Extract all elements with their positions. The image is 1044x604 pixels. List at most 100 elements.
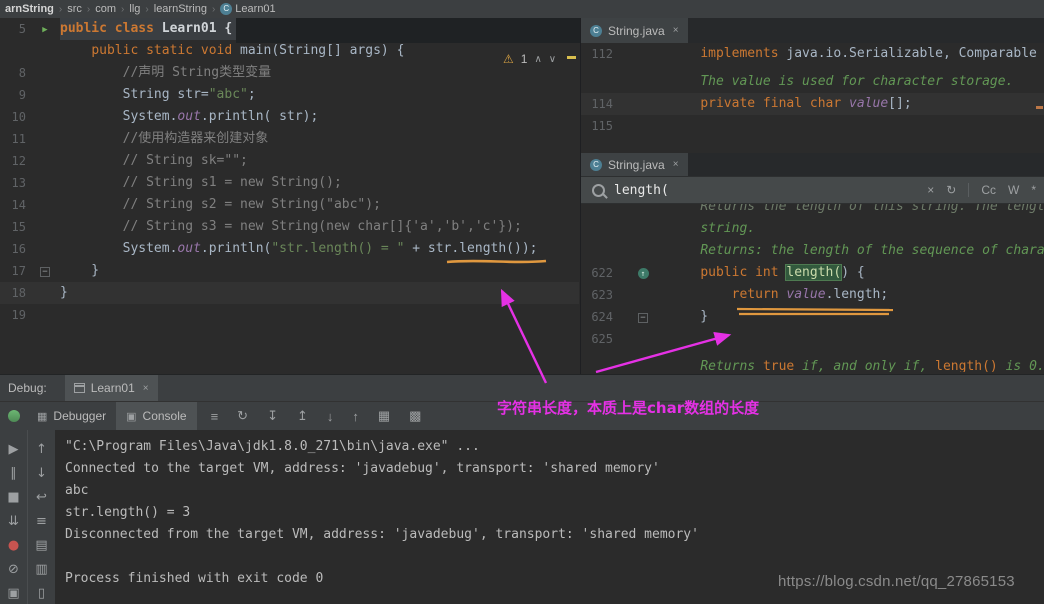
code-line[interactable]: 623 return value.length; xyxy=(581,284,1044,306)
next-issue-icon[interactable]: ∨ xyxy=(549,54,556,65)
line-number[interactable]: 622 xyxy=(581,262,617,284)
code-line[interactable]: 624− } xyxy=(581,306,1044,328)
line-number[interactable]: 114 xyxy=(581,93,617,115)
move-down-icon[interactable]: ↓ xyxy=(327,409,334,424)
code-line[interactable]: 14 // String s2 = new String("abc"); xyxy=(0,194,579,216)
pin-tab-icon[interactable]: ↻ xyxy=(237,408,248,424)
line-number[interactable]: 17 xyxy=(0,260,30,282)
scroll-up-icon[interactable]: ↥ xyxy=(297,408,308,424)
code-line[interactable]: 10 System.out.println( str); xyxy=(0,106,579,128)
layout-grid-icon[interactable]: ▦ xyxy=(378,408,390,424)
line-number[interactable]: 13 xyxy=(0,172,30,194)
line-number[interactable] xyxy=(581,204,617,218)
code-line[interactable]: The value is used for character storage. xyxy=(581,71,1044,93)
code-line[interactable]: 9 String str="abc"; xyxy=(0,84,579,106)
close-icon[interactable]: × xyxy=(673,159,679,170)
search-clear-icon[interactable]: × xyxy=(927,183,934,197)
line-number[interactable]: 625 xyxy=(581,328,617,350)
run-icon[interactable]: ▶ xyxy=(30,18,60,40)
line-number[interactable]: 112 xyxy=(581,43,617,65)
line-number[interactable]: 19 xyxy=(0,304,30,326)
code-line[interactable]: 115 xyxy=(581,115,1044,137)
mute-breakpoints-button[interactable]: ⊘ xyxy=(8,558,19,582)
print-button[interactable]: ▤ xyxy=(35,534,47,558)
line-number[interactable]: 115 xyxy=(581,115,617,137)
code-line[interactable]: 15 // String s3 = new String(new char[]{… xyxy=(0,216,579,238)
line-number[interactable] xyxy=(0,40,30,62)
line-number[interactable]: 9 xyxy=(0,84,30,106)
breadcrumb-item[interactable]: src xyxy=(65,3,84,15)
code-line[interactable]: Returns: the length of the sequence of c… xyxy=(581,240,1044,262)
close-icon[interactable]: × xyxy=(673,25,679,36)
soft-wrap-button[interactable]: ↩ xyxy=(36,486,47,510)
down-stack-button[interactable]: ↓ xyxy=(36,462,47,486)
line-number[interactable]: 10 xyxy=(0,106,30,128)
override-icon[interactable]: ↑ xyxy=(617,262,669,284)
line-number[interactable]: 18 xyxy=(0,282,30,304)
code-line[interactable]: Returns the length of this string. The l… xyxy=(581,204,1044,218)
pause-button[interactable]: ∥ xyxy=(10,462,17,486)
line-number[interactable]: 15 xyxy=(0,216,30,238)
search-history-icon[interactable]: ↻ xyxy=(946,183,956,197)
tab-console[interactable]: ▣ Console xyxy=(116,402,196,430)
line-number[interactable] xyxy=(581,218,617,240)
fold-icon[interactable]: − xyxy=(617,306,669,328)
words-toggle[interactable]: W xyxy=(1008,183,1019,197)
code-line[interactable]: 19 xyxy=(0,304,579,326)
prev-issue-icon[interactable]: ∧ xyxy=(534,54,541,65)
code-line[interactable]: 114 private final char value[]; xyxy=(581,93,1044,115)
move-up-icon[interactable]: ↑ xyxy=(352,409,359,424)
code-line[interactable]: 16 System.out.println("str.length() = " … xyxy=(0,238,579,260)
code-line[interactable]: 112 implements java.io.Serializable, Com… xyxy=(581,43,1044,65)
line-number[interactable]: 12 xyxy=(0,150,30,172)
line-number[interactable] xyxy=(581,356,617,372)
code-line[interactable]: 13 // String s1 = new String(); xyxy=(0,172,579,194)
code-line[interactable]: 8 //声明 String类型变量 xyxy=(0,62,579,84)
code-line[interactable]: Returns true if, and only if, length() i… xyxy=(581,356,1044,372)
code-line[interactable]: 11 //使用构造器来创建对象 xyxy=(0,128,579,150)
line-number[interactable]: 11 xyxy=(0,128,30,150)
search-input[interactable]: length( xyxy=(614,183,927,198)
settings-icon[interactable]: ≡ xyxy=(211,409,219,424)
regex-toggle[interactable]: * xyxy=(1031,183,1036,197)
line-number[interactable]: 16 xyxy=(0,238,30,260)
code-line[interactable]: 17− } xyxy=(0,260,579,282)
match-case-toggle[interactable]: Cc xyxy=(981,183,996,197)
tab-string-java-bottom[interactable]: C String.java × xyxy=(581,153,688,176)
layout-split-icon[interactable]: ▩ xyxy=(409,408,421,424)
step-filter-button[interactable]: ⇊ xyxy=(8,510,19,534)
code-line[interactable]: string. xyxy=(581,218,1044,240)
code-line[interactable]: public static void main(String[] args) { xyxy=(0,40,579,62)
close-icon[interactable]: × xyxy=(143,383,149,394)
code-line[interactable]: 12 // String sk=""; xyxy=(0,150,579,172)
screenshot-button[interactable]: ▣ xyxy=(7,582,19,604)
line-number[interactable]: 14 xyxy=(0,194,30,216)
resume-button[interactable]: ▶ xyxy=(9,438,19,462)
up-stack-button[interactable]: ↑ xyxy=(36,438,47,462)
line-number[interactable] xyxy=(581,71,617,93)
fold-icon[interactable]: − xyxy=(30,260,60,282)
line-number[interactable]: 8 xyxy=(0,62,30,84)
clear-console-button[interactable]: ▥ xyxy=(35,558,47,582)
line-number[interactable]: 623 xyxy=(581,284,617,306)
breadcrumb-item[interactable]: llg xyxy=(127,3,142,15)
stop-button[interactable]: ■ xyxy=(7,486,19,510)
scroll-down-icon[interactable]: ↧ xyxy=(267,408,278,424)
scroll-end-button[interactable]: ≡ xyxy=(36,510,47,534)
breadcrumb-item[interactable]: com xyxy=(93,3,118,15)
breadcrumb-item[interactable]: arnString xyxy=(3,3,56,15)
code-line[interactable]: 622↑ public int length() { xyxy=(581,262,1044,284)
trash-button[interactable]: ▯ xyxy=(38,582,45,604)
code-line[interactable]: 625 xyxy=(581,328,1044,350)
breadcrumb-item[interactable]: learnString xyxy=(152,3,209,15)
breadcrumb-item[interactable]: CLearn01 xyxy=(218,3,277,15)
console-line: Connected to the target VM, address: 'ja… xyxy=(65,458,1044,480)
tab-debugger[interactable]: ▦ Debugger xyxy=(27,402,116,430)
line-number[interactable]: 5 xyxy=(0,18,30,40)
view-breakpoints-button[interactable]: ● xyxy=(8,534,19,558)
debug-session-tab[interactable]: Learn01 × xyxy=(65,375,158,401)
code-line[interactable]: 18} xyxy=(0,282,579,304)
line-number[interactable]: 624 xyxy=(581,306,617,328)
tab-string-java-top[interactable]: C String.java × xyxy=(581,18,688,43)
line-number[interactable] xyxy=(581,240,617,262)
